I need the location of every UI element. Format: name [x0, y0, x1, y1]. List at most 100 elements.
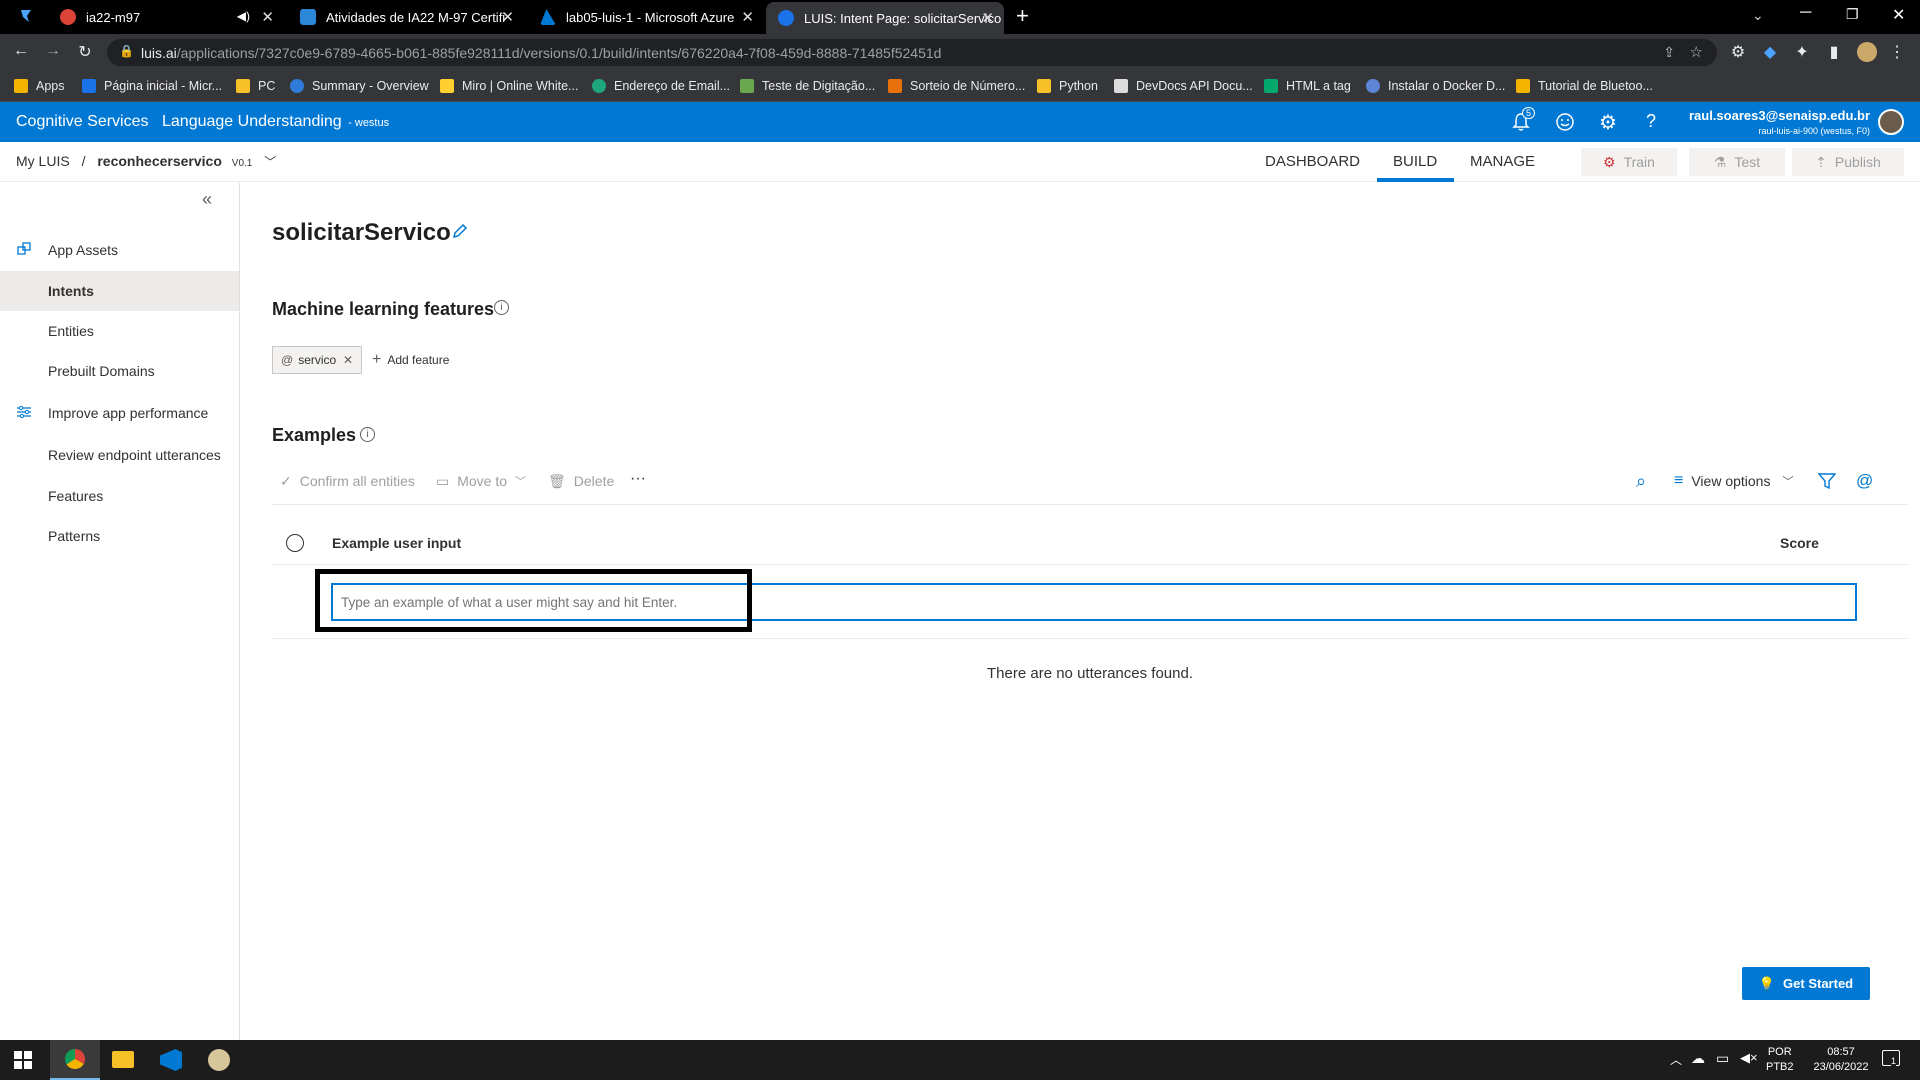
bookmark-item[interactable]: Endereço de Email...	[592, 70, 730, 102]
bookmark-item[interactable]: Tutorial de Bluetoo...	[1516, 70, 1653, 102]
get-started-button[interactable]: 💡 Get Started	[1742, 967, 1870, 1000]
add-feature-button[interactable]: + Add feature	[372, 351, 449, 369]
bookmark-star-icon[interactable]: ☆	[1690, 43, 1703, 61]
onedrive-cloud-icon[interactable]: ☁	[1691, 1050, 1705, 1067]
close-tab-icon[interactable]: ✕	[741, 8, 754, 26]
sidebar-item-improve-app[interactable]: Improve app performance	[0, 393, 239, 433]
collapse-sidebar-icon[interactable]: «	[202, 189, 212, 210]
tab-manage[interactable]: MANAGE	[1470, 153, 1535, 170]
clock[interactable]: 08:57 23/06/2022	[1806, 1045, 1876, 1075]
network-icon[interactable]: ▭	[1716, 1050, 1729, 1067]
profile-icon[interactable]	[18, 8, 34, 24]
train-button[interactable]: ⚙ Train	[1581, 148, 1677, 176]
tab-search-icon[interactable]: ⌄	[1752, 7, 1764, 24]
sidebar-item-prebuilt-domains[interactable]: Prebuilt Domains	[0, 351, 239, 391]
bookmark-item[interactable]: PC	[236, 70, 275, 102]
column-header-score[interactable]: Score	[1780, 535, 1819, 551]
windows-start-icon[interactable]	[14, 1051, 32, 1074]
taskbar-paint-icon[interactable]	[208, 1049, 230, 1071]
window-close-icon[interactable]: ✕	[1892, 5, 1905, 25]
view-options-button[interactable]: ≡ View options ﹀	[1674, 465, 1793, 497]
publish-button[interactable]: ⇡ Publish	[1792, 148, 1904, 176]
sidebar-item-label: Review endpoint utterances	[48, 447, 221, 463]
bookmark-item[interactable]: HTML a tag	[1264, 70, 1351, 102]
share-icon[interactable]: ⇪	[1663, 44, 1675, 61]
restore-icon[interactable]: ❐	[1846, 6, 1859, 23]
keyboard-language[interactable]: POR PTB2	[1766, 1045, 1794, 1075]
new-tab-button[interactable]: +	[1016, 3, 1029, 29]
tab-dashboard[interactable]: DASHBOARD	[1265, 153, 1360, 170]
chrome-menu-icon[interactable]: ⋮	[1886, 42, 1908, 62]
search-icon[interactable]: ⌕	[1636, 465, 1646, 497]
entity-at-icon[interactable]: @	[1856, 465, 1873, 497]
tab-build[interactable]: BUILD	[1393, 153, 1437, 170]
browser-tab[interactable]: ia22-m97 ◀) ✕	[48, 0, 284, 34]
back-icon[interactable]: ←	[10, 42, 32, 60]
extension-shield-icon[interactable]: ◆	[1759, 42, 1781, 62]
bookmark-item[interactable]: Miro | Online White...	[440, 70, 578, 102]
app-name[interactable]: reconhecerservico	[97, 153, 222, 169]
filter-icon[interactable]	[1818, 465, 1836, 497]
more-options-button[interactable]: ···	[630, 463, 646, 495]
bookmark-item[interactable]: Python	[1037, 70, 1098, 102]
bookmark-item[interactable]: Apps	[14, 70, 65, 102]
test-button[interactable]: ⚗ Test	[1689, 148, 1785, 176]
bookmark-item[interactable]: Sorteio de Número...	[888, 70, 1025, 102]
remove-feature-icon[interactable]: ✕	[343, 353, 353, 367]
bookmark-item[interactable]: Summary - Overview	[290, 70, 429, 102]
sidebar-item-review-endpoint[interactable]: Review endpoint utterances	[0, 435, 239, 475]
bookmark-item[interactable]: Teste de Digitação...	[740, 70, 875, 102]
user-avatar[interactable]	[1878, 109, 1904, 135]
feedback-smiley-icon[interactable]	[1555, 112, 1575, 137]
sidebar-item-features[interactable]: Features	[0, 476, 239, 516]
tray-chevron-up-icon[interactable]: ︿	[1670, 1051, 1682, 1068]
side-panel-icon[interactable]: ▮	[1823, 42, 1845, 62]
sidebar-item-patterns[interactable]: Patterns	[0, 516, 239, 556]
volume-icon[interactable]: ◀×	[1740, 1050, 1758, 1066]
profile-avatar[interactable]	[1857, 42, 1877, 62]
column-header-input[interactable]: Example user input	[332, 535, 461, 551]
sidebar-item-app-assets[interactable]: App Assets	[0, 230, 239, 270]
sidebar-item-label: Patterns	[48, 528, 101, 544]
close-tab-icon[interactable]: ✕	[981, 9, 994, 27]
extensions-puzzle-icon[interactable]: ✦	[1791, 42, 1813, 62]
breadcrumb-my-luis[interactable]: My LUIS	[16, 153, 70, 169]
bookmark-item[interactable]: Página inicial - Micr...	[82, 70, 222, 102]
sidebar-item-entities[interactable]: Entities	[0, 311, 239, 351]
browser-tab[interactable]: lab05-luis-1 - Microsoft Azure ✕	[528, 0, 764, 34]
feature-chip[interactable]: @ servico ✕	[272, 346, 362, 374]
browser-tab[interactable]: Atividades de IA22 M-97 Certific ✕	[288, 0, 524, 34]
bookmark-item[interactable]: DevDocs API Docu...	[1114, 70, 1253, 102]
user-email[interactable]: raul.soares3@senaisp.edu.br	[1640, 108, 1870, 123]
annotation-highlight-box	[315, 569, 752, 632]
select-all-checkbox[interactable]	[286, 534, 304, 552]
settings-gear-icon[interactable]: ⚙	[1599, 110, 1617, 135]
address-bar[interactable]: 🔒 luis.ai/applications/7327c0e9-6789-466…	[107, 39, 1717, 66]
move-to-button[interactable]: ▭ Move to ﹀	[436, 465, 526, 497]
delete-button[interactable]: 🗑 Delete	[548, 465, 614, 497]
browser-tab-active[interactable]: LUIS: Intent Page: solicitarServico ✕	[766, 2, 1004, 34]
confirm-all-entities-button[interactable]: ✓ Confirm all entities	[280, 465, 415, 497]
info-icon[interactable]: i	[360, 427, 375, 442]
divider	[272, 564, 1908, 565]
edit-pencil-icon[interactable]	[450, 221, 470, 246]
bookmark-item[interactable]: Instalar o Docker D...	[1366, 70, 1505, 102]
train-gears-icon: ⚙	[1603, 153, 1616, 170]
minimize-icon[interactable]: ─	[1800, 4, 1811, 22]
info-icon[interactable]: i	[494, 300, 509, 315]
chevron-down-icon: ﹀	[515, 476, 527, 488]
reload-icon[interactable]: ↻	[74, 42, 96, 62]
taskbar-file-explorer-icon[interactable]	[112, 1051, 134, 1068]
close-tab-icon[interactable]: ✕	[501, 8, 514, 26]
taskbar-chrome-icon[interactable]	[50, 1040, 100, 1080]
notifications-bell-icon[interactable]: 5	[1512, 107, 1536, 137]
forward-icon[interactable]: →	[42, 42, 64, 60]
lang-bottom: PTB2	[1766, 1061, 1794, 1073]
taskbar-vscode-icon[interactable]	[160, 1049, 182, 1071]
extension-gear-icon[interactable]: ⚙	[1727, 42, 1749, 62]
chevron-down-icon[interactable]: ﹀	[264, 155, 276, 169]
close-tab-icon[interactable]: ✕	[261, 8, 274, 26]
brand-link[interactable]: Cognitive Services	[16, 113, 149, 131]
sidebar-item-intents[interactable]: Intents	[0, 271, 239, 311]
action-center-icon[interactable]: 1	[1882, 1050, 1900, 1066]
